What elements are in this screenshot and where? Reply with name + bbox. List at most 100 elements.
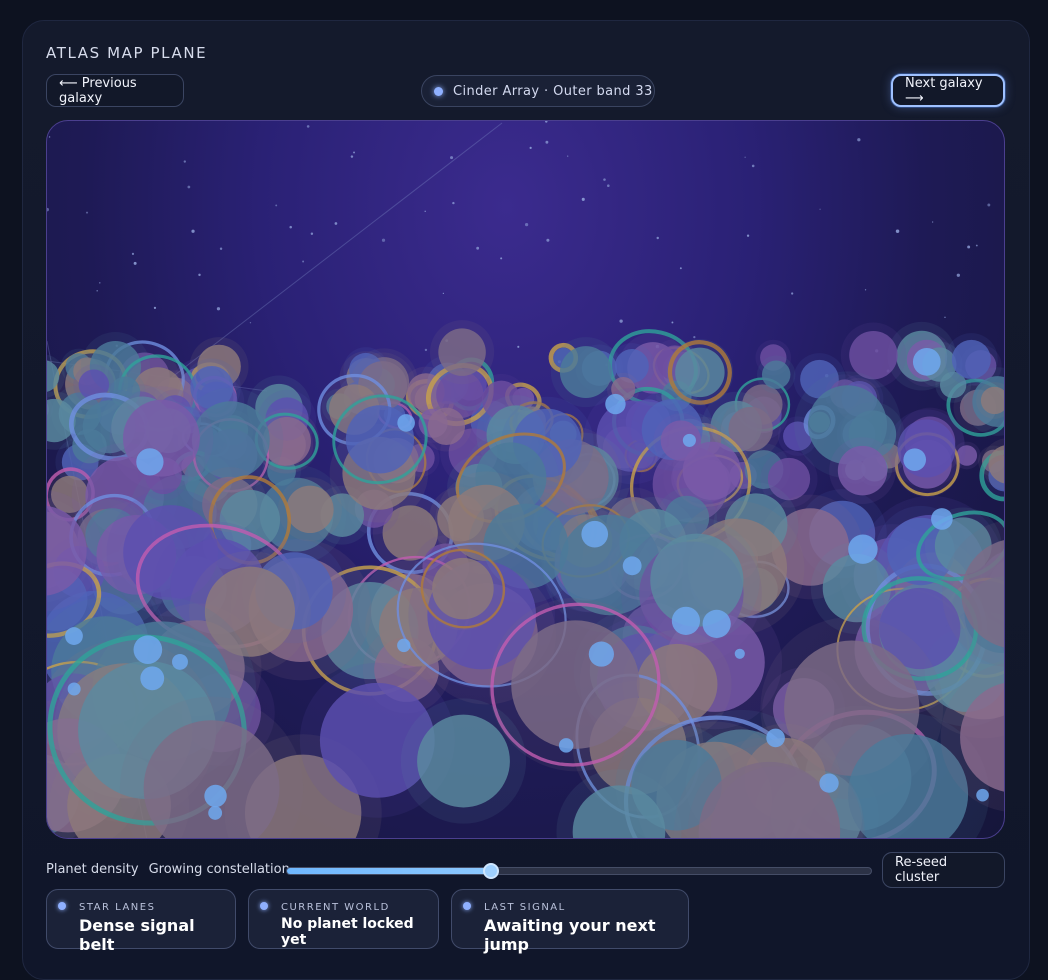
star [183, 160, 186, 163]
star [131, 252, 135, 255]
moon [65, 627, 83, 645]
moon [67, 682, 81, 696]
star [452, 201, 455, 205]
planet [837, 445, 888, 496]
star [956, 273, 960, 277]
star [791, 292, 794, 295]
star-lanes-card: STAR LANES Dense signal belt [46, 889, 236, 954]
moon [581, 520, 609, 548]
star [249, 322, 252, 324]
star [310, 232, 314, 235]
star [191, 229, 195, 233]
star [895, 229, 900, 233]
moon [397, 638, 411, 653]
location-indicator-icon [434, 86, 443, 96]
planet [897, 419, 956, 478]
moon [912, 347, 941, 376]
star [442, 292, 445, 295]
star [334, 222, 338, 225]
star [96, 289, 98, 292]
moon [848, 534, 878, 564]
star [187, 185, 191, 189]
moon [702, 609, 731, 638]
moon [903, 448, 927, 471]
star [350, 155, 354, 158]
moon [133, 635, 163, 665]
planet [559, 346, 612, 399]
star [987, 203, 991, 207]
moon [140, 666, 165, 691]
star [353, 151, 356, 154]
galaxy-map-canvas[interactable] [46, 120, 1005, 839]
star [198, 273, 201, 277]
card-key: LAST SIGNAL [484, 902, 566, 913]
planet [761, 360, 791, 389]
star [524, 223, 529, 227]
star [153, 306, 157, 309]
star [381, 238, 386, 242]
galaxy-map-svg [47, 121, 1004, 838]
reseed-cluster-button[interactable]: Re-seed cluster [882, 852, 1005, 888]
moon [734, 648, 745, 659]
last-signal-card: LAST SIGNAL Awaiting your next jump [451, 889, 689, 954]
planet [438, 328, 486, 376]
star [99, 282, 101, 284]
star [819, 208, 821, 210]
star [857, 138, 861, 142]
star [967, 245, 971, 249]
card-value: Awaiting your next jump [484, 916, 656, 954]
moon [208, 805, 223, 820]
moon [819, 773, 839, 793]
star [500, 257, 503, 260]
star [517, 345, 520, 348]
star [219, 247, 223, 250]
star [744, 156, 746, 158]
moon [682, 433, 696, 447]
star [302, 260, 305, 263]
card-value: No planet locked yet [281, 916, 414, 948]
moon [976, 788, 989, 802]
last-signal-indicator-icon [463, 902, 471, 910]
location-pill: Cinder Array · Outer band 33 [421, 75, 655, 107]
star [944, 316, 946, 319]
planet-density-slider[interactable] [286, 863, 872, 879]
star [603, 178, 606, 181]
moon [766, 728, 785, 748]
next-galaxy-button[interactable]: Next galaxy ⟶ [891, 74, 1005, 107]
planet [286, 485, 334, 534]
star [545, 140, 549, 144]
density-label: Planet density [46, 862, 139, 877]
star [47, 207, 49, 212]
star [424, 348, 428, 352]
location-label: Cinder Array · Outer band 33 [453, 83, 653, 99]
star [546, 238, 550, 242]
card-key: STAR LANES [79, 902, 156, 913]
star [693, 335, 696, 339]
star [476, 246, 480, 250]
moon [588, 641, 614, 667]
star [216, 307, 221, 311]
card-key: CURRENT WORLD [281, 902, 390, 913]
star [607, 184, 610, 188]
planet [951, 339, 991, 379]
star [450, 156, 454, 160]
star [567, 155, 569, 157]
moon [172, 653, 188, 670]
panel-title: ATLAS MAP PLANE [46, 44, 208, 62]
star [86, 211, 89, 214]
density-value: Growing constellation [148, 862, 290, 877]
moon [397, 414, 415, 432]
previous-galaxy-button[interactable]: ⟵ Previous galaxy [46, 74, 184, 107]
star [751, 164, 755, 168]
star [581, 197, 585, 201]
star [289, 225, 292, 229]
moon [204, 784, 227, 808]
star [306, 125, 310, 128]
card-value: Dense signal belt [79, 916, 195, 954]
current-world-card: CURRENT WORLD No planet locked yet [248, 889, 439, 949]
planet [511, 620, 640, 749]
star [679, 267, 682, 270]
star [619, 319, 623, 323]
star [133, 261, 137, 265]
star [864, 289, 867, 291]
